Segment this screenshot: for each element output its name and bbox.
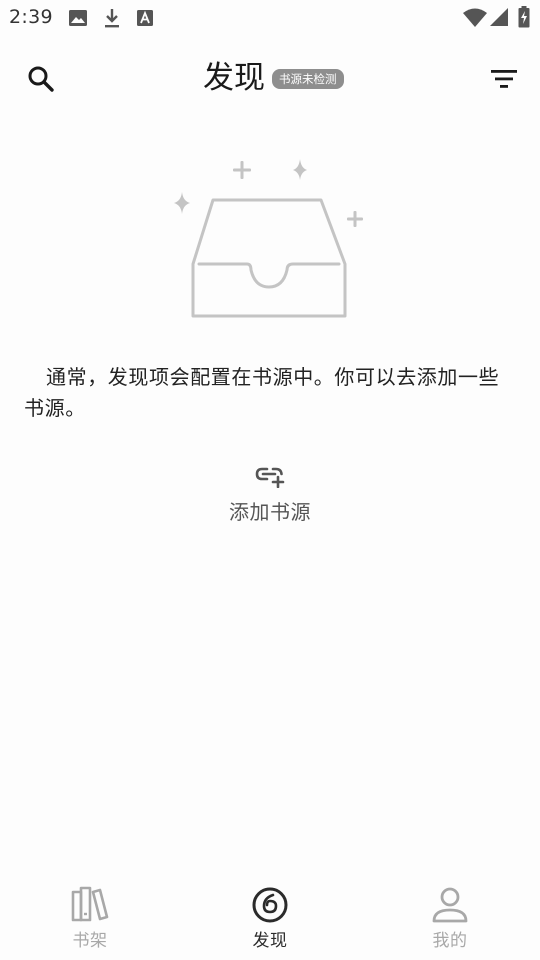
nav-label-bookshelf: 书架 bbox=[72, 931, 108, 951]
nav-item-mine[interactable]: 我的 bbox=[360, 876, 540, 960]
app-bar: 发现 书源未检测 bbox=[0, 40, 540, 116]
battery-charging-icon bbox=[518, 6, 530, 28]
status-bar: 2:39 bbox=[0, 0, 540, 36]
add-link-icon bbox=[255, 467, 285, 488]
add-source-label: 添加书源 bbox=[229, 500, 311, 524]
nav-item-bookshelf[interactable]: 书架 bbox=[0, 876, 180, 960]
empty-inbox-icon bbox=[174, 159, 363, 318]
bottom-nav: 书架 发现 我的 bbox=[0, 876, 540, 960]
download-icon bbox=[105, 9, 119, 28]
filter-button[interactable] bbox=[484, 60, 524, 98]
person-icon bbox=[432, 887, 468, 923]
filter-icon bbox=[491, 70, 517, 88]
add-source-button[interactable]: 添加书源 bbox=[210, 460, 330, 530]
page-title: 发现 bbox=[203, 60, 265, 96]
search-button[interactable] bbox=[22, 60, 60, 98]
nav-label-mine: 我的 bbox=[432, 931, 468, 951]
status-badge[interactable]: 书源未检测 bbox=[272, 69, 344, 89]
discover-icon bbox=[252, 887, 288, 923]
app-a-icon bbox=[137, 10, 153, 26]
bookshelf-icon bbox=[71, 886, 109, 922]
empty-message: 通常，发现项会配置在书源中。你可以去添加一些书源。 bbox=[24, 365, 500, 420]
nav-item-discover[interactable]: 发现 bbox=[180, 876, 360, 960]
signal-icon bbox=[490, 8, 508, 26]
nav-label-discover: 发现 bbox=[252, 931, 288, 951]
title-group: 发现 书源未检测 bbox=[203, 58, 344, 98]
status-time: 2:39 bbox=[9, 6, 53, 28]
wifi-icon bbox=[463, 8, 487, 27]
search-icon bbox=[28, 66, 54, 92]
image-icon bbox=[69, 10, 87, 26]
